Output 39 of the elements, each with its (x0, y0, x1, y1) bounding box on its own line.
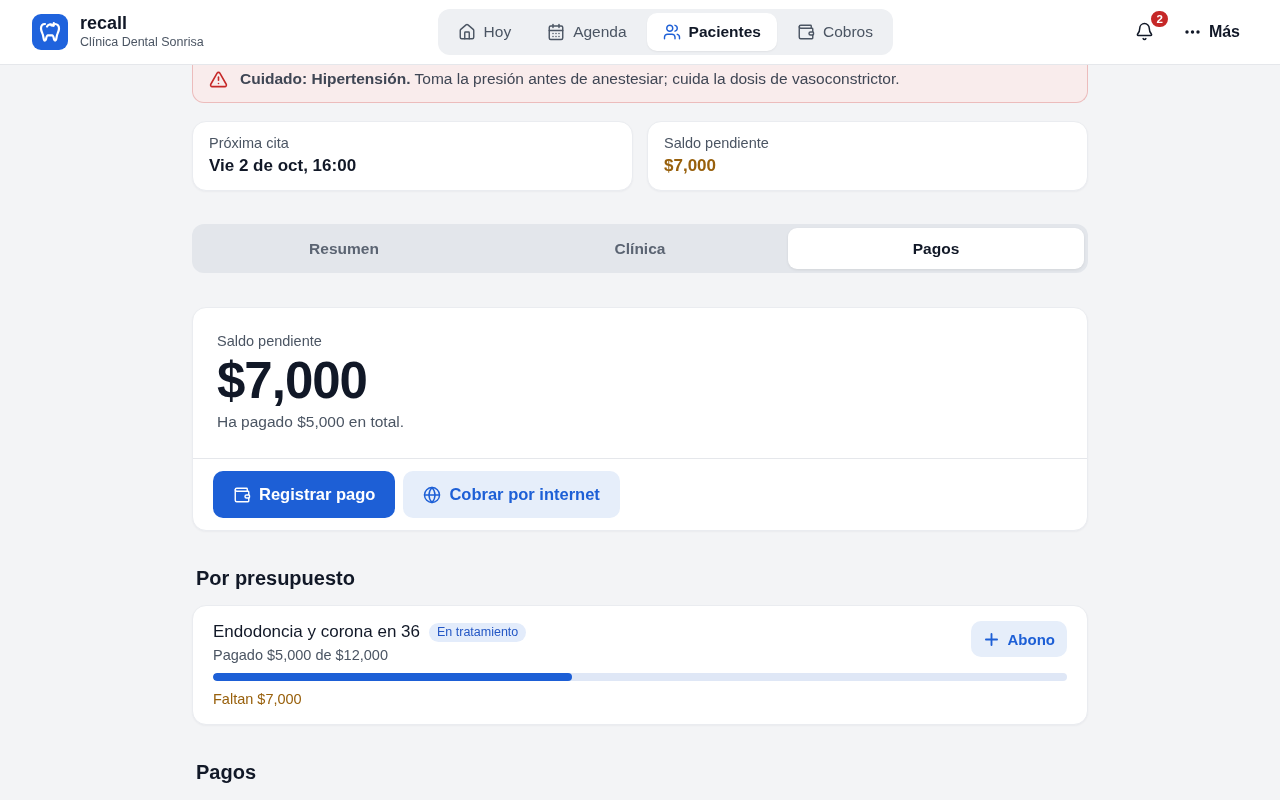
globe-icon (423, 485, 442, 504)
tab[interactable]: Pagos (788, 228, 1084, 269)
balance-amount: $7,000 (217, 353, 368, 409)
nav-tab[interactable]: Cobros (781, 12, 889, 51)
info-value: Vie 2 de oct, 16:00 (209, 155, 358, 177)
app-name: recall (80, 12, 129, 34)
add-payment-button[interactable]: Abono (970, 621, 1067, 657)
info-value: $7,000 (664, 155, 717, 177)
action-button[interactable]: Cobrar por internet (403, 471, 620, 518)
alert-message: Cuidado: Hipertensión. Toma la presión antes de anestesiar; cuida la dosis de vasoconstrictor. (240, 69, 900, 89)
plus-icon (984, 632, 998, 646)
notification-badge: 2 (1149, 8, 1170, 29)
budget-paid: Pagado $5,000 de $12,000 (213, 646, 389, 665)
action-button[interactable]: Registrar pago (213, 471, 396, 518)
info-label: Próxima cita (209, 134, 290, 153)
balance-note: Ha pagado $5,000 en total. (217, 412, 405, 432)
bell-icon (1135, 22, 1155, 41)
nav-tab[interactable]: Agenda (531, 12, 643, 51)
calendar-icon (547, 22, 566, 41)
remaining-amount: Faltan $7,000 (213, 690, 303, 709)
tooth-icon (32, 13, 68, 50)
more-button[interactable]: Más (1176, 13, 1248, 50)
clinic-name: Clínica Dental Sonrisa (80, 33, 204, 51)
wallet-icon (797, 22, 815, 41)
section-heading: Pagos (196, 760, 258, 785)
tab[interactable]: Resumen (196, 228, 492, 269)
balance-label: Saldo pendiente (217, 332, 323, 351)
tab[interactable]: Clínica (492, 228, 788, 269)
warning-icon (209, 69, 228, 89)
info-label: Saldo pendiente (664, 134, 770, 153)
status-badge: En tratamiento (429, 622, 527, 642)
nav-tab[interactable]: Hoy (441, 12, 528, 51)
nav-tab[interactable]: Pacientes (646, 12, 777, 51)
home-icon (457, 22, 476, 41)
section-heading: Por presupuesto (196, 566, 356, 591)
wallet-icon (233, 485, 251, 504)
people-icon (662, 22, 681, 41)
more-icon (1184, 29, 1200, 34)
budget-name: Endodoncia y corona en 36 (213, 621, 420, 643)
